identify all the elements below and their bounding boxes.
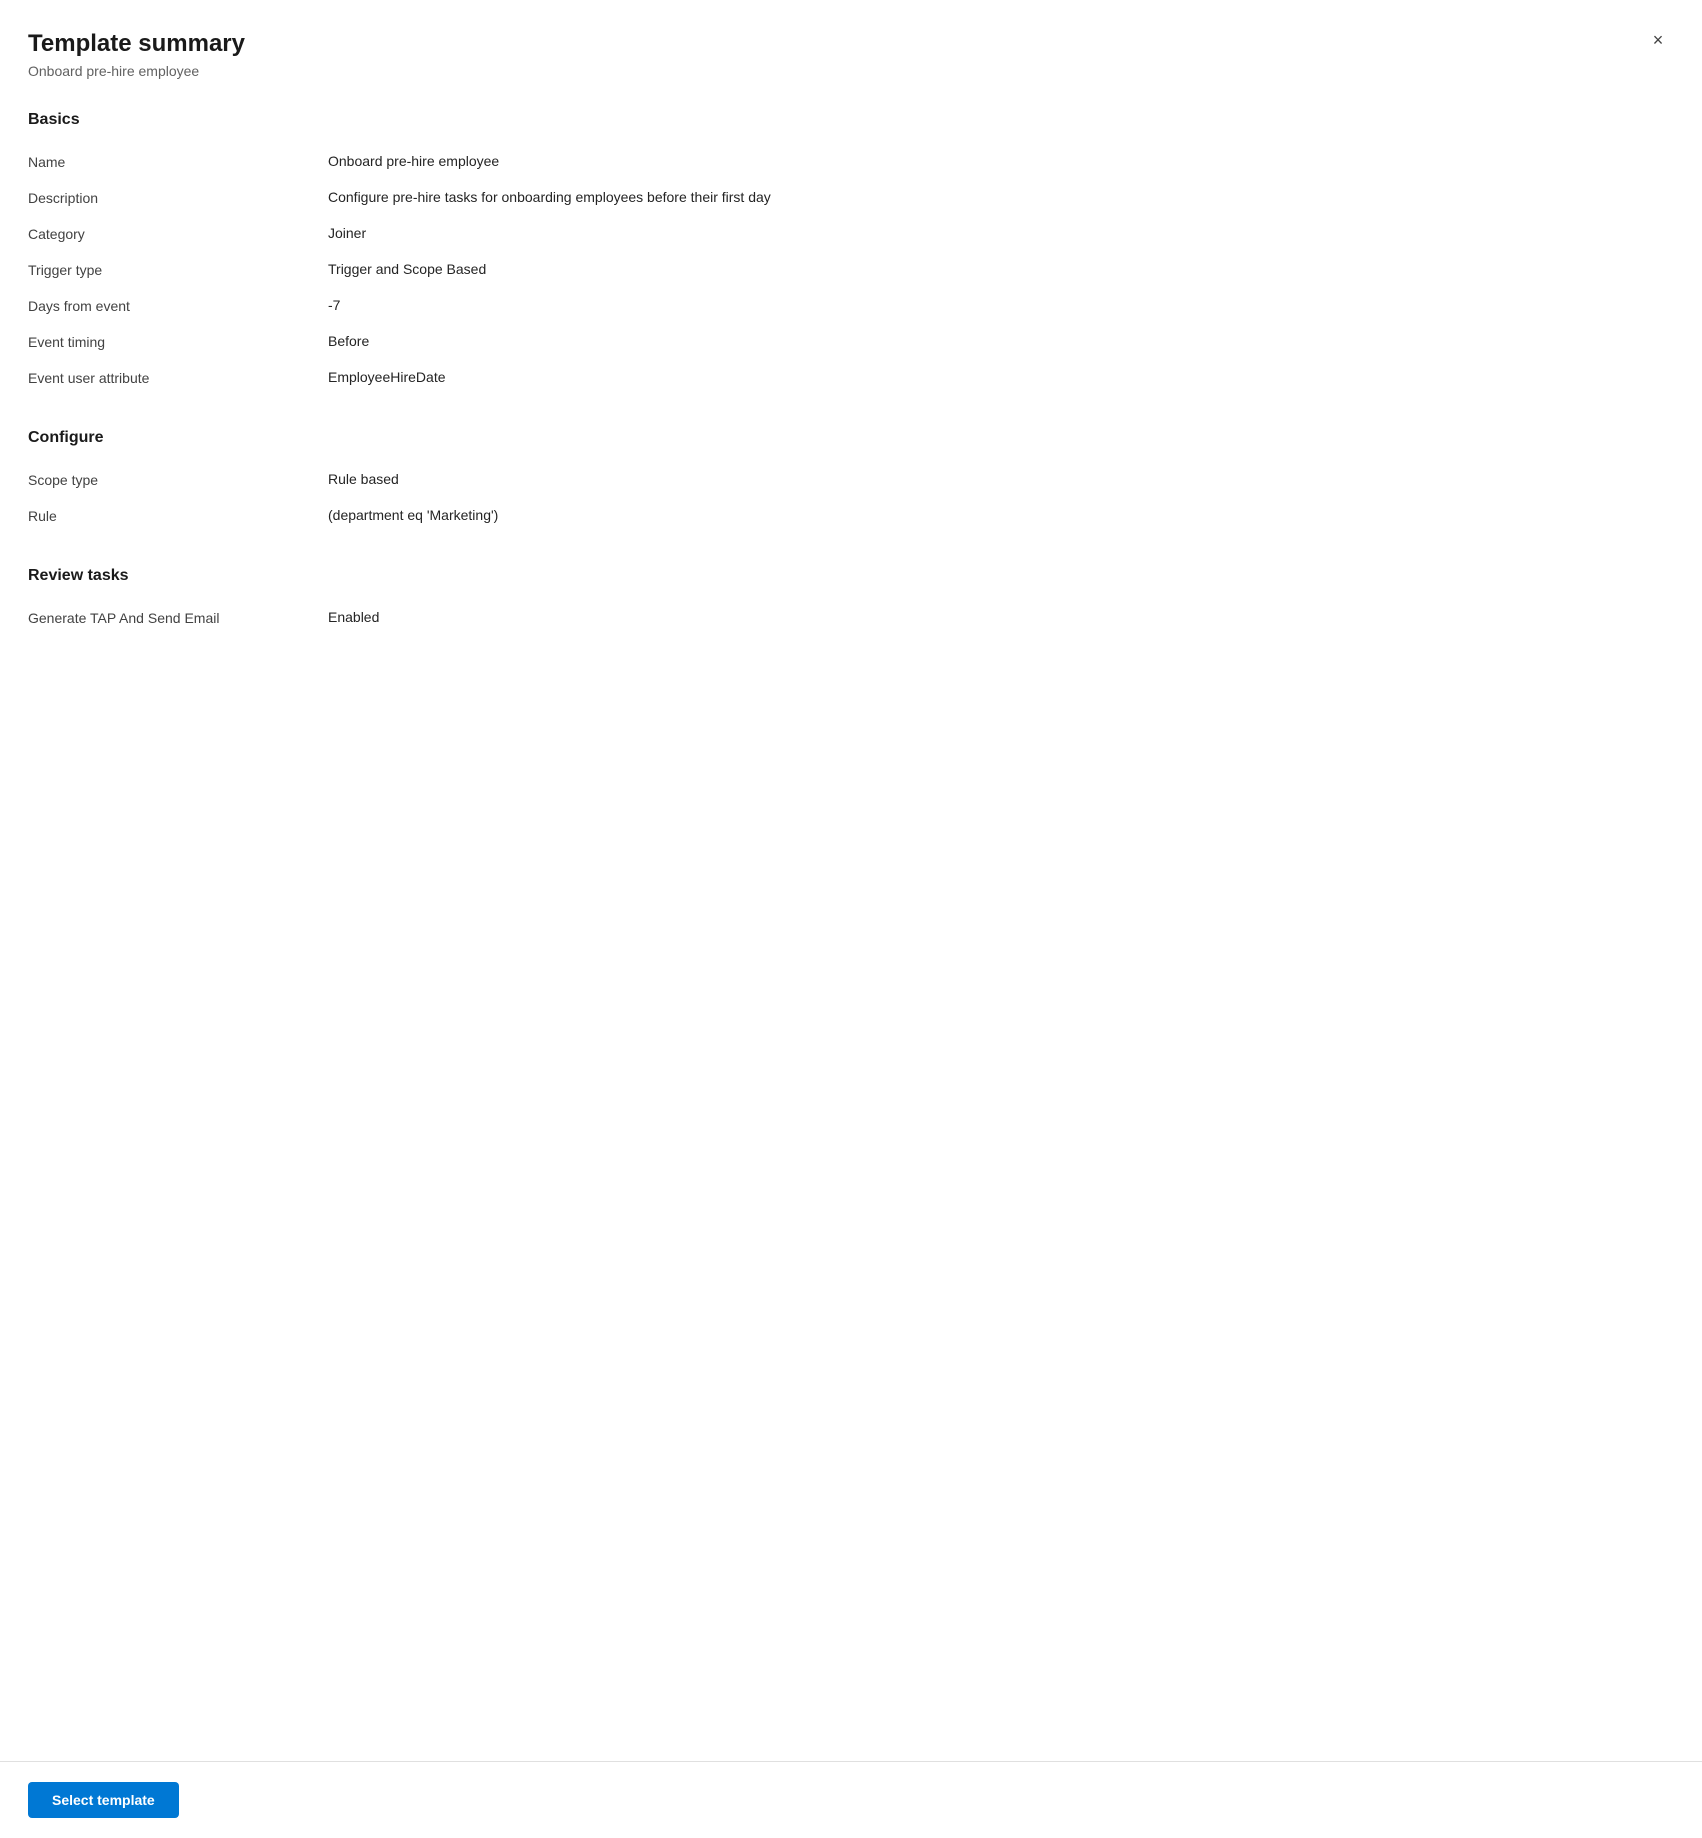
- field-label-category: Category: [28, 225, 328, 242]
- field-row-event-user-attribute: Event user attribute EmployeeHireDate: [28, 361, 1674, 397]
- panel-content: Basics Name Onboard pre-hire employee De…: [0, 79, 1702, 1838]
- field-value-event-timing: Before: [328, 333, 1674, 349]
- select-template-button[interactable]: Select template: [28, 1782, 179, 1818]
- basics-section-title: Basics: [28, 111, 1674, 129]
- field-label-days-from-event: Days from event: [28, 297, 328, 314]
- field-value-trigger-type: Trigger and Scope Based: [328, 261, 1674, 277]
- field-label-trigger-type: Trigger type: [28, 261, 328, 278]
- panel-title: Template summary: [28, 28, 1662, 59]
- field-row-name: Name Onboard pre-hire employee: [28, 145, 1674, 181]
- configure-section: Configure Scope type Rule based Rule (de…: [28, 429, 1674, 535]
- field-value-category: Joiner: [328, 225, 1674, 241]
- review-tasks-section: Review tasks Generate TAP And Send Email…: [28, 567, 1674, 637]
- field-label-generate-tap: Generate TAP And Send Email: [28, 609, 328, 626]
- panel-header: Template summary Onboard pre-hire employ…: [0, 0, 1702, 79]
- field-value-scope-type: Rule based: [328, 471, 1674, 487]
- field-label-rule: Rule: [28, 507, 328, 524]
- field-row-days-from-event: Days from event -7: [28, 289, 1674, 325]
- basics-section: Basics Name Onboard pre-hire employee De…: [28, 111, 1674, 397]
- field-value-days-from-event: -7: [328, 297, 1674, 313]
- field-row-description: Description Configure pre-hire tasks for…: [28, 181, 1674, 217]
- review-tasks-section-title: Review tasks: [28, 567, 1674, 585]
- field-value-generate-tap: Enabled: [328, 609, 1674, 625]
- field-label-scope-type: Scope type: [28, 471, 328, 488]
- field-row-rule: Rule (department eq 'Marketing'): [28, 499, 1674, 535]
- field-label-description: Description: [28, 189, 328, 206]
- panel-subtitle: Onboard pre-hire employee: [28, 63, 1662, 79]
- configure-section-title: Configure: [28, 429, 1674, 447]
- field-row-category: Category Joiner: [28, 217, 1674, 253]
- field-row-generate-tap: Generate TAP And Send Email Enabled: [28, 601, 1674, 637]
- field-value-name: Onboard pre-hire employee: [328, 153, 1674, 169]
- field-row-trigger-type: Trigger type Trigger and Scope Based: [28, 253, 1674, 289]
- field-label-event-user-attribute: Event user attribute: [28, 369, 328, 386]
- field-label-name: Name: [28, 153, 328, 170]
- close-icon: ×: [1653, 30, 1664, 51]
- panel-footer: Select template: [0, 1761, 1702, 1838]
- field-row-event-timing: Event timing Before: [28, 325, 1674, 361]
- field-value-rule: (department eq 'Marketing'): [328, 507, 1674, 523]
- close-button[interactable]: ×: [1642, 24, 1674, 56]
- template-summary-panel: Template summary Onboard pre-hire employ…: [0, 0, 1702, 1838]
- field-value-description: Configure pre-hire tasks for onboarding …: [328, 189, 1674, 205]
- field-row-scope-type: Scope type Rule based: [28, 463, 1674, 499]
- field-value-event-user-attribute: EmployeeHireDate: [328, 369, 1674, 385]
- field-label-event-timing: Event timing: [28, 333, 328, 350]
